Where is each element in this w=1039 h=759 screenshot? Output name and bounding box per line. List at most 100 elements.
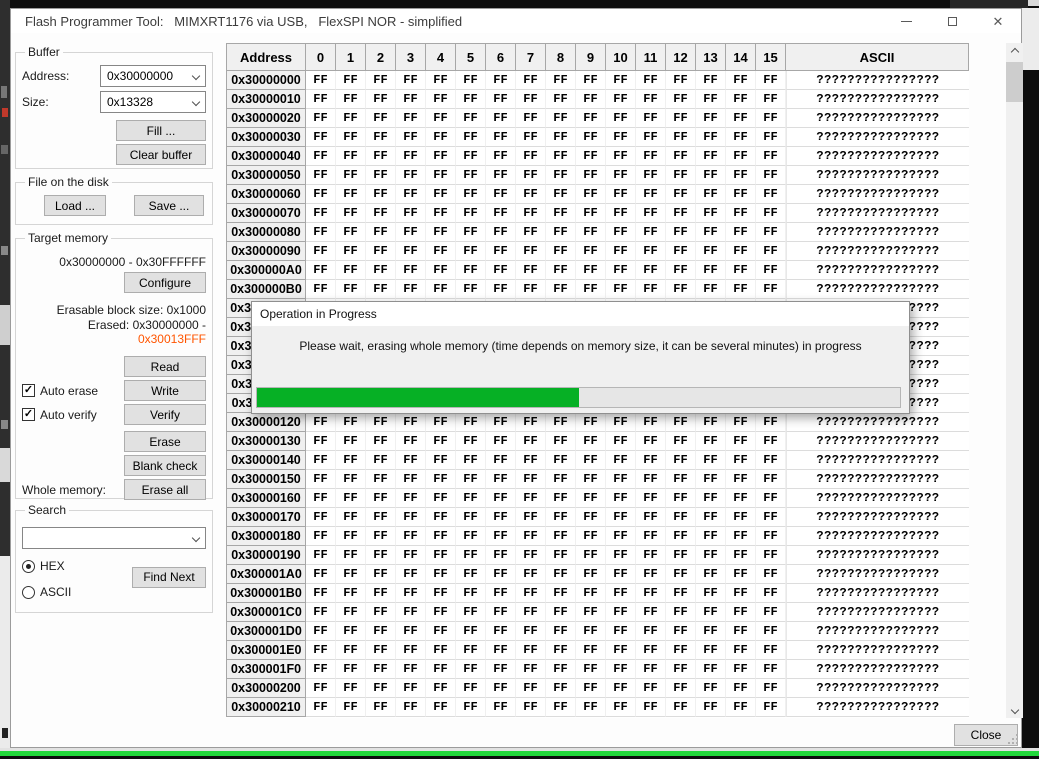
byte-cell[interactable]: FF (456, 470, 486, 489)
ascii-cell[interactable]: ???????????????? (786, 147, 969, 166)
titlebar[interactable]: Flash Programmer Tool: MIMXRT1176 via US… (11, 9, 1021, 33)
byte-cell[interactable]: FF (486, 679, 516, 698)
byte-cell[interactable]: FF (336, 584, 366, 603)
byte-cell[interactable]: FF (576, 451, 606, 470)
byte-cell[interactable]: FF (576, 413, 606, 432)
byte-cell[interactable]: FF (396, 451, 426, 470)
byte-cell[interactable]: FF (666, 71, 696, 90)
byte-cell[interactable]: FF (486, 432, 516, 451)
byte-cell[interactable]: FF (486, 109, 516, 128)
byte-cell[interactable]: FF (696, 223, 726, 242)
byte-cell[interactable]: FF (636, 622, 666, 641)
ascii-cell[interactable]: ???????????????? (786, 470, 969, 489)
byte-cell[interactable]: FF (606, 204, 636, 223)
erase-button[interactable]: Erase (124, 431, 206, 452)
byte-cell[interactable]: FF (696, 660, 726, 679)
byte-cell[interactable]: FF (636, 413, 666, 432)
byte-cell[interactable]: FF (756, 584, 786, 603)
byte-cell[interactable]: FF (636, 546, 666, 565)
byte-cell[interactable]: FF (756, 565, 786, 584)
ascii-cell[interactable]: ???????????????? (786, 413, 969, 432)
byte-cell[interactable]: FF (546, 527, 576, 546)
ascii-cell[interactable]: ???????????????? (786, 128, 969, 147)
byte-cell[interactable]: FF (636, 242, 666, 261)
byte-cell[interactable]: FF (516, 603, 546, 622)
byte-cell[interactable]: FF (366, 565, 396, 584)
byte-cell[interactable]: FF (426, 698, 456, 717)
byte-cell[interactable]: FF (546, 565, 576, 584)
byte-cell[interactable]: FF (636, 166, 666, 185)
byte-cell[interactable]: FF (636, 603, 666, 622)
byte-cell[interactable]: FF (306, 90, 336, 109)
byte-cell[interactable]: FF (666, 603, 696, 622)
byte-cell[interactable]: FF (546, 622, 576, 641)
byte-cell[interactable]: FF (726, 261, 756, 280)
byte-cell[interactable]: FF (666, 185, 696, 204)
byte-cell[interactable]: FF (366, 546, 396, 565)
byte-cell[interactable]: FF (636, 527, 666, 546)
byte-cell[interactable]: FF (396, 185, 426, 204)
byte-cell[interactable]: FF (366, 489, 396, 508)
byte-cell[interactable]: FF (336, 109, 366, 128)
close-button[interactable]: Close (954, 724, 1018, 746)
byte-cell[interactable]: FF (756, 432, 786, 451)
byte-cell[interactable]: FF (516, 242, 546, 261)
byte-cell[interactable]: FF (636, 451, 666, 470)
byte-cell[interactable]: FF (696, 546, 726, 565)
byte-cell[interactable]: FF (696, 584, 726, 603)
byte-cell[interactable]: FF (516, 166, 546, 185)
byte-cell[interactable]: FF (636, 508, 666, 527)
byte-cell[interactable]: FF (666, 698, 696, 717)
byte-cell[interactable]: FF (486, 71, 516, 90)
byte-cell[interactable]: FF (426, 584, 456, 603)
byte-cell[interactable]: FF (576, 109, 606, 128)
byte-cell[interactable]: FF (756, 679, 786, 698)
byte-cell[interactable]: FF (756, 280, 786, 299)
byte-cell[interactable]: FF (636, 109, 666, 128)
byte-cell[interactable]: FF (696, 527, 726, 546)
find-next-button[interactable]: Find Next (132, 567, 206, 588)
blank-check-button[interactable]: Blank check (124, 455, 206, 476)
byte-cell[interactable]: FF (546, 603, 576, 622)
byte-cell[interactable]: FF (456, 622, 486, 641)
byte-cell[interactable]: FF (306, 109, 336, 128)
byte-cell[interactable]: FF (516, 223, 546, 242)
byte-cell[interactable]: FF (426, 128, 456, 147)
byte-cell[interactable]: FF (396, 71, 426, 90)
byte-cell[interactable]: FF (396, 660, 426, 679)
byte-cell[interactable]: FF (336, 166, 366, 185)
byte-cell[interactable]: FF (366, 698, 396, 717)
byte-cell[interactable]: FF (486, 242, 516, 261)
byte-cell[interactable]: FF (456, 451, 486, 470)
byte-cell[interactable]: FF (696, 603, 726, 622)
byte-cell[interactable]: FF (516, 508, 546, 527)
byte-cell[interactable]: FF (336, 242, 366, 261)
byte-cell[interactable]: FF (366, 166, 396, 185)
ascii-cell[interactable]: ???????????????? (786, 223, 969, 242)
byte-cell[interactable]: FF (456, 261, 486, 280)
byte-cell[interactable]: FF (606, 185, 636, 204)
byte-cell[interactable]: FF (306, 470, 336, 489)
byte-cell[interactable]: FF (726, 584, 756, 603)
byte-cell[interactable]: FF (666, 508, 696, 527)
byte-cell[interactable]: FF (546, 432, 576, 451)
byte-cell[interactable]: FF (366, 432, 396, 451)
byte-cell[interactable]: FF (486, 470, 516, 489)
byte-cell[interactable]: FF (546, 280, 576, 299)
byte-cell[interactable]: FF (666, 641, 696, 660)
byte-cell[interactable]: FF (456, 489, 486, 508)
byte-cell[interactable]: FF (666, 147, 696, 166)
byte-cell[interactable]: FF (636, 584, 666, 603)
byte-cell[interactable]: FF (756, 147, 786, 166)
byte-cell[interactable]: FF (516, 470, 546, 489)
byte-cell[interactable]: FF (336, 204, 366, 223)
byte-cell[interactable]: FF (576, 603, 606, 622)
byte-cell[interactable]: FF (366, 603, 396, 622)
byte-cell[interactable]: FF (426, 166, 456, 185)
byte-cell[interactable]: FF (696, 166, 726, 185)
ascii-cell[interactable]: ???????????????? (786, 280, 969, 299)
byte-cell[interactable]: FF (396, 489, 426, 508)
byte-cell[interactable]: FF (666, 660, 696, 679)
byte-cell[interactable]: FF (756, 641, 786, 660)
byte-cell[interactable]: FF (576, 147, 606, 166)
